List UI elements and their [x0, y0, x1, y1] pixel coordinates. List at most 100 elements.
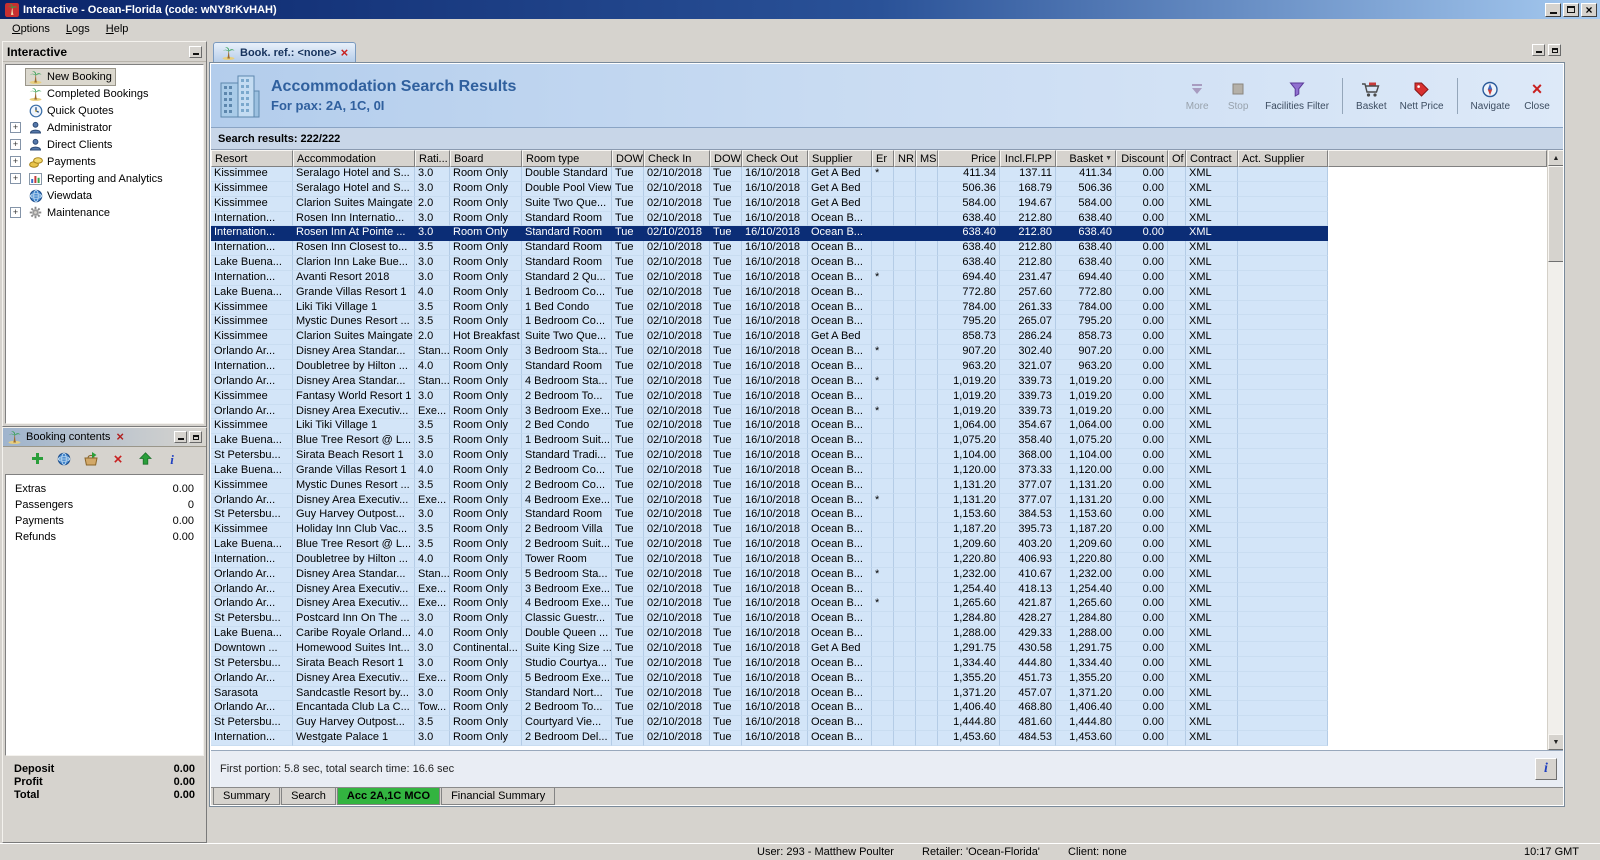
- result-row[interactable]: Kissimmee Seralago Hotel and S... 3.0 Room …: [211, 181, 1547, 197]
- minimize-button[interactable]: [1545, 2, 1561, 17]
- column-header-nr[interactable]: NR: [894, 150, 916, 167]
- result-row[interactable]: Kissimmee Holiday Inn Club Vac... 3.5 Room …: [211, 523, 1547, 539]
- booking-item-refunds[interactable]: Refunds 0.00: [6, 529, 203, 545]
- more-button[interactable]: More: [1179, 73, 1215, 119]
- tab-summary[interactable]: Summary: [213, 788, 281, 805]
- sidebar-item-administrator[interactable]: + Administrator: [6, 119, 203, 136]
- scroll-up-button[interactable]: ▲: [1548, 150, 1563, 166]
- result-row[interactable]: Internation... Doubletree by Hilton ... 4.…: [211, 552, 1547, 568]
- expand-icon[interactable]: +: [10, 207, 26, 218]
- expand-icon[interactable]: +: [10, 122, 26, 133]
- result-row[interactable]: St Petersbu... Sirata Beach Resort 1 3.0 Ro…: [211, 449, 1547, 464]
- result-row[interactable]: Kissimmee Clarion Suites Maingate 2.0 Room …: [211, 196, 1547, 212]
- column-header-contract[interactable]: Contract: [1186, 150, 1238, 167]
- result-row[interactable]: Kissimmee Mystic Dunes Resort ... 3.5 Room …: [211, 478, 1547, 494]
- sidebar-item-maintenance[interactable]: + Maintenance: [6, 204, 203, 221]
- menu-help[interactable]: Help: [98, 21, 137, 37]
- expand-icon[interactable]: +: [10, 139, 26, 150]
- column-header-dow[interactable]: DOW: [612, 150, 644, 167]
- result-row[interactable]: Orlando Ar... Disney Area Standar... Stan.…: [211, 345, 1547, 360]
- column-header-room-type[interactable]: Room type: [522, 150, 612, 167]
- column-header-supplier[interactable]: Supplier: [808, 150, 872, 167]
- result-row[interactable]: Internation... Westgate Palace 1 3.0 Room O…: [211, 731, 1547, 746]
- close-button[interactable]: × Close: [1519, 73, 1555, 119]
- result-row[interactable]: Internation... Rosen Inn Closest to... 3.5…: [211, 241, 1547, 257]
- facilities-filter-button[interactable]: Facilities Filter: [1261, 73, 1333, 119]
- column-header-ms[interactable]: MS: [916, 150, 938, 167]
- menu-options[interactable]: Options: [4, 21, 58, 37]
- panel-maximize-button[interactable]: [189, 431, 202, 443]
- result-row[interactable]: Orlando Ar... Disney Area Executiv... Exe.…: [211, 597, 1547, 613]
- result-row[interactable]: Orlando Ar... Disney Area Executiv... Exe.…: [211, 493, 1547, 509]
- scrollbar-thumb[interactable]: [1548, 166, 1563, 262]
- result-row[interactable]: Lake Buena... Clarion Inn Lake Bue... 3.0 R…: [211, 256, 1547, 271]
- result-row[interactable]: Kissimmee Mystic Dunes Resort ... 3.5 Room …: [211, 315, 1547, 331]
- menu-logs[interactable]: Logs: [58, 21, 98, 37]
- booking-item-payments[interactable]: Payments 0.00: [6, 513, 203, 529]
- close-window-button[interactable]: ×: [1581, 2, 1597, 17]
- column-header-dow[interactable]: DOW: [710, 150, 742, 167]
- result-row[interactable]: Sarasota Sandcastle Resort by... 3.0 Room O…: [211, 686, 1547, 702]
- delete-button[interactable]: ×: [109, 451, 127, 469]
- result-row[interactable]: St Petersbu... Sirata Beach Resort 1 3.0 Ro…: [211, 656, 1547, 672]
- column-header-resort[interactable]: Resort: [211, 150, 293, 167]
- column-header-rati[interactable]: Rati...: [415, 150, 450, 167]
- result-row[interactable]: Lake Buena... Caribe Royale Orland... 4.0 R…: [211, 627, 1547, 642]
- sidebar-item-payments[interactable]: + Payments: [6, 153, 203, 170]
- expand-icon[interactable]: +: [10, 156, 26, 167]
- maximize-button[interactable]: [1563, 2, 1579, 17]
- result-row[interactable]: St Petersbu... Postcard Inn On The ... 3.0…: [211, 612, 1547, 628]
- column-header-board[interactable]: Board: [450, 150, 522, 167]
- result-row[interactable]: Orlando Ar... Disney Area Executiv... Exe.…: [211, 582, 1547, 598]
- column-header-act-supplier[interactable]: Act. Supplier: [1238, 150, 1328, 167]
- booking-item-passengers[interactable]: Passengers 0: [6, 497, 203, 513]
- result-row[interactable]: Orlando Ar... Disney Area Executiv... Exe.…: [211, 404, 1547, 420]
- result-row[interactable]: Kissimmee Seralago Hotel and S... 3.0 Room …: [211, 167, 1547, 182]
- result-row[interactable]: Kissimmee Clarion Suites Maingate 2.0 Hot B…: [211, 330, 1547, 346]
- result-row[interactable]: Kissimmee Liki Tiki Village 1 3.5 Room Only…: [211, 419, 1547, 435]
- sidebar-item-new-booking[interactable]: New Booking: [6, 67, 203, 86]
- vertical-scrollbar[interactable]: ▲ ▼: [1547, 150, 1563, 750]
- column-header-accommodation[interactable]: Accommodation: [293, 150, 415, 167]
- result-row[interactable]: Internation... Rosen Inn Internatio... 3.0…: [211, 211, 1547, 227]
- result-row[interactable]: Internation... Avanti Resort 2018 3.0 Room …: [211, 270, 1547, 286]
- stop-button[interactable]: Stop: [1220, 73, 1256, 119]
- result-row[interactable]: Internation... Doubletree by Hilton ... 4.…: [211, 359, 1547, 375]
- result-row[interactable]: Orlando Ar... Encantada Club La C... Tow..…: [211, 701, 1547, 717]
- world-button[interactable]: [55, 451, 73, 469]
- sidebar-item-reporting-and-analytics[interactable]: + Reporting and Analytics: [6, 170, 203, 187]
- expand-icon[interactable]: +: [10, 173, 26, 184]
- tab-search[interactable]: Search: [281, 788, 336, 805]
- move-up-button[interactable]: [136, 451, 154, 469]
- document-tab[interactable]: Book. ref.: <none> ×: [213, 42, 357, 62]
- tab-acc-2a-1c-mco[interactable]: Acc 2A,1C MCO: [336, 788, 441, 805]
- result-row[interactable]: Downtown ... Homewood Suites Int... 3.0 Con…: [211, 642, 1547, 657]
- result-row[interactable]: Orlando Ar... Disney Area Standar... Stan.…: [211, 374, 1547, 390]
- panel-close-icon[interactable]: ×: [116, 430, 124, 443]
- result-row[interactable]: Lake Buena... Blue Tree Resort @ L... 3.5 R…: [211, 434, 1547, 450]
- column-header-discount[interactable]: Discount: [1116, 150, 1168, 167]
- to-basket-button[interactable]: [82, 451, 100, 469]
- add-button[interactable]: [28, 451, 46, 469]
- result-row[interactable]: St Petersbu... Guy Harvey Outpost... 3.5 Ro…: [211, 716, 1547, 732]
- column-header-basket[interactable]: Basket ▼: [1056, 150, 1116, 167]
- basket-button[interactable]: Basket: [1352, 73, 1391, 119]
- result-row[interactable]: Kissimmee Liki Tiki Village 1 3.5 Room Only…: [211, 300, 1547, 316]
- result-row[interactable]: St Petersbu... Guy Harvey Outpost... 3.0 Ro…: [211, 508, 1547, 524]
- panel-minimize-button[interactable]: [174, 431, 187, 443]
- result-row[interactable]: Lake Buena... Blue Tree Resort @ L... 3.5 R…: [211, 538, 1547, 553]
- info-button[interactable]: i: [163, 451, 181, 469]
- column-header-check-in[interactable]: Check In: [644, 150, 710, 167]
- tab-close-icon[interactable]: ×: [341, 46, 349, 59]
- result-row[interactable]: Lake Buena... Grande Villas Resort 1 4.0 Ro…: [211, 285, 1547, 301]
- result-row[interactable]: Orlando Ar... Disney Area Executiv... Exe.…: [211, 671, 1547, 687]
- column-header-check-out[interactable]: Check Out: [742, 150, 808, 167]
- result-row[interactable]: Internation... Rosen Inn At Pointe ... 3.0…: [211, 226, 1547, 242]
- info-button[interactable]: i: [1535, 758, 1557, 780]
- navigate-button[interactable]: Navigate: [1467, 73, 1514, 119]
- column-header-price[interactable]: Price: [938, 150, 1000, 167]
- mdi-maximize-button[interactable]: [1548, 44, 1561, 56]
- result-row[interactable]: Orlando Ar... Disney Area Standar... Stan.…: [211, 567, 1547, 583]
- column-header-of[interactable]: Of: [1168, 150, 1186, 167]
- column-header-incl-fl-pp[interactable]: Incl.Fl.PP: [1000, 150, 1056, 167]
